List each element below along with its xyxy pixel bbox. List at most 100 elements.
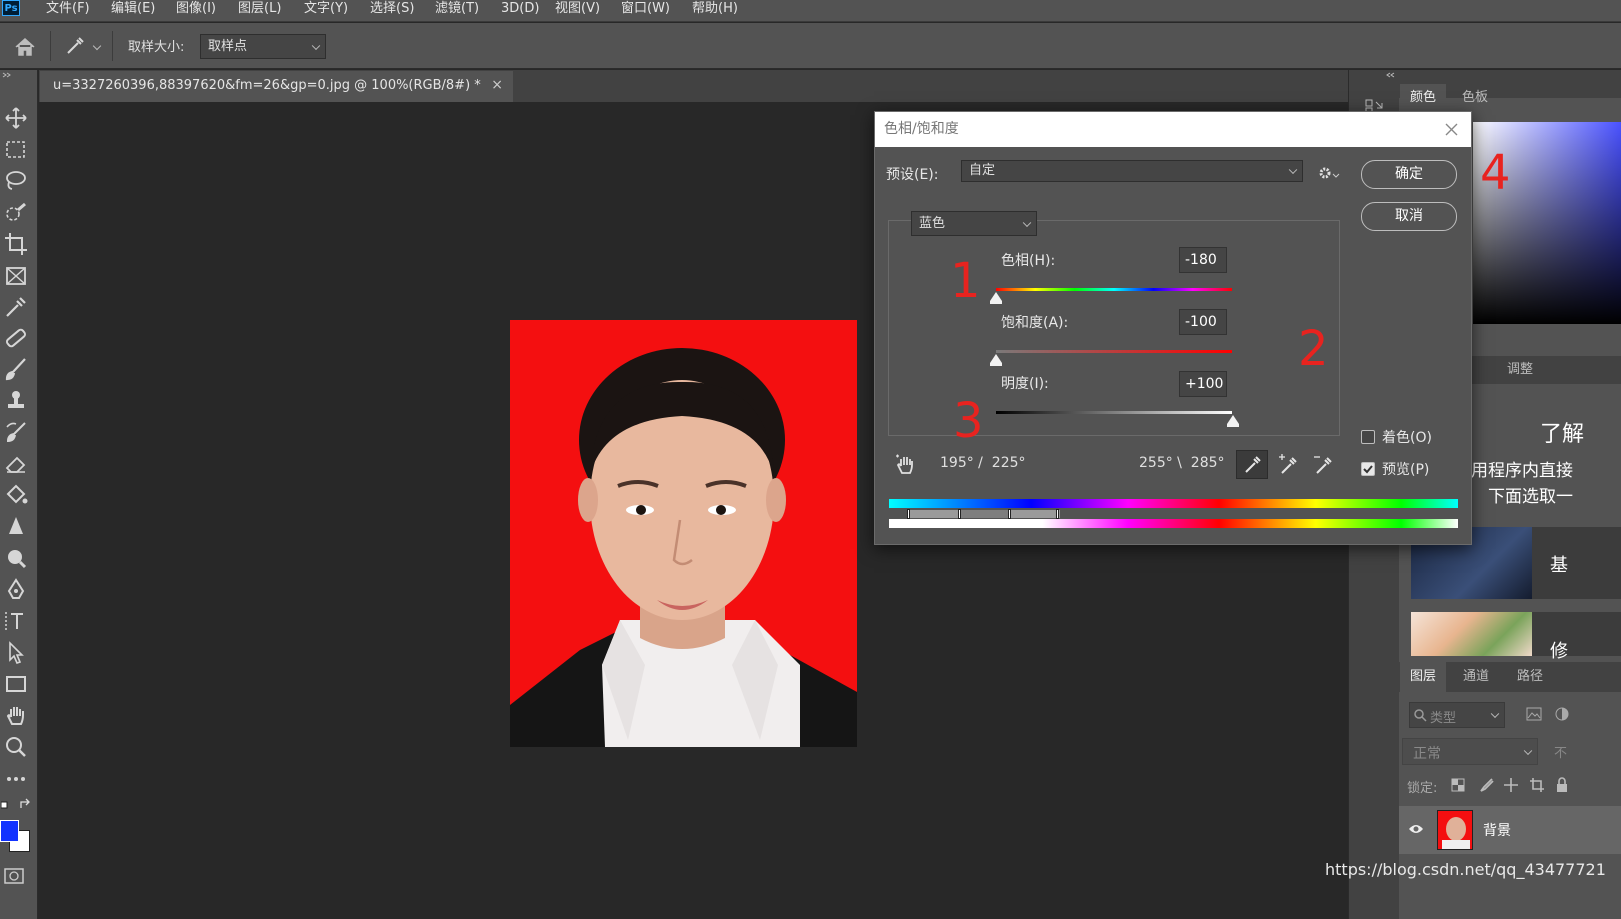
adjustment-filter-icon[interactable] (1555, 707, 1569, 721)
eyedropper-plus-icon[interactable] (1276, 453, 1302, 477)
learn-item[interactable]: 修 (1411, 612, 1621, 662)
swap-colors-icon[interactable] (1, 798, 35, 812)
menu-type[interactable]: 文字(Y) (304, 0, 348, 20)
rectangle-tool-icon[interactable] (3, 671, 29, 697)
range-core[interactable] (959, 510, 1010, 518)
range-handle-inner-right[interactable] (1008, 509, 1011, 519)
close-icon[interactable]: × (491, 71, 503, 100)
saturation-value-field[interactable]: -100 (1179, 309, 1227, 335)
menu-view[interactable]: 视图(V) (555, 0, 600, 20)
dodge-tool-icon[interactable] (3, 545, 29, 571)
lock-all-icon[interactable] (1556, 777, 1568, 793)
menu-edit[interactable]: 编辑(E) (111, 0, 155, 20)
tab-paths[interactable]: 路径 (1507, 662, 1553, 692)
hand-tool-icon[interactable] (3, 703, 29, 729)
move-tool-icon[interactable] (3, 105, 29, 131)
lock-brush-icon[interactable] (1478, 777, 1494, 793)
healing-brush-icon[interactable] (3, 325, 29, 351)
preview-label: 预览(P) (1382, 462, 1430, 478)
eyedropper-button[interactable] (1236, 450, 1268, 479)
menu-3d[interactable]: 3D(D) (501, 0, 539, 20)
image-filter-icon[interactable] (1526, 707, 1542, 721)
collapse-icon[interactable] (2, 72, 12, 78)
sample-size-value: 取样点 (208, 39, 248, 54)
hue-slider-thumb[interactable] (990, 292, 1002, 304)
saturation-slider-track[interactable] (996, 350, 1232, 353)
layers-panel-tabs: 图层 通道 路径 (1399, 662, 1621, 692)
layer-row[interactable]: 背景 (1399, 806, 1621, 854)
collapse-icon[interactable] (1385, 72, 1395, 78)
hue-slider-track[interactable] (996, 288, 1232, 291)
path-select-icon[interactable] (3, 640, 29, 666)
menu-layer[interactable]: 图层(L) (238, 0, 281, 20)
lock-label: 锁定: (1407, 781, 1438, 796)
tab-layers[interactable]: 图层 (1400, 662, 1447, 692)
quick-mask-icon[interactable] (4, 867, 24, 885)
menu-window[interactable]: 窗口(W) (621, 0, 670, 20)
chevron-down-icon[interactable] (92, 41, 102, 51)
lock-transparent-icon[interactable] (1451, 778, 1465, 792)
colorize-checkbox[interactable] (1361, 430, 1375, 444)
lock-artboard-icon[interactable] (1529, 777, 1545, 793)
quick-select-tool-icon[interactable] (3, 200, 29, 226)
lightness-slider-track[interactable] (996, 411, 1232, 414)
frame-tool-icon[interactable] (3, 263, 29, 289)
sample-size-select[interactable]: 取样点 (200, 34, 326, 59)
clone-stamp-icon[interactable] (3, 388, 29, 414)
menu-image[interactable]: 图像(I) (176, 0, 216, 20)
tab-swatches[interactable]: 色板 (1452, 84, 1498, 112)
ok-button[interactable]: 确定 (1361, 160, 1457, 189)
crop-tool-icon[interactable] (3, 231, 29, 257)
foreground-color-swatch[interactable] (0, 820, 19, 842)
preview-checkbox[interactable] (1361, 462, 1375, 476)
channel-select[interactable]: 蓝色 (911, 211, 1037, 236)
brush-tool-icon[interactable] (3, 356, 29, 382)
eyedropper-icon[interactable] (3, 294, 29, 320)
menu-file[interactable]: 文件(F) (46, 0, 90, 20)
menu-select[interactable]: 选择(S) (370, 0, 414, 20)
lock-position-icon[interactable] (1503, 777, 1519, 793)
close-icon[interactable] (1445, 123, 1458, 136)
document-tab[interactable]: u=3327260396,88397620&fm=26&gp=0.jpg @ 1… (40, 71, 513, 102)
menu-filter[interactable]: 滤镜(T) (435, 0, 479, 20)
tab-adjustments[interactable]: 调整 (1497, 356, 1543, 384)
chevron-down-icon (1523, 746, 1533, 755)
pen-tool-icon[interactable] (3, 577, 29, 603)
lasso-tool-icon[interactable] (3, 168, 29, 194)
zoom-tool-icon[interactable] (3, 734, 29, 760)
search-icon (1414, 709, 1427, 722)
blur-tool-icon[interactable] (3, 514, 29, 540)
menu-help[interactable]: 帮助(H) (692, 0, 738, 20)
lightness-value-field[interactable]: +100 (1179, 371, 1227, 397)
range-handle-right[interactable] (1056, 509, 1059, 519)
lightness-slider-thumb[interactable] (1227, 415, 1239, 427)
type-tool-icon[interactable] (3, 608, 29, 634)
marquee-tool-icon[interactable] (3, 137, 29, 163)
home-icon[interactable] (14, 37, 36, 57)
learn-title: 了解 (1540, 422, 1585, 447)
eye-icon[interactable] (1408, 823, 1424, 835)
tab-channels[interactable]: 通道 (1453, 662, 1499, 692)
blend-mode-select[interactable]: 正常 (1402, 738, 1538, 765)
chevron-down-icon (1288, 165, 1298, 175)
paint-bucket-icon[interactable] (3, 482, 29, 508)
settings-gear-icon[interactable] (1318, 166, 1340, 180)
cancel-button[interactable]: 取消 (1361, 202, 1457, 231)
more-tools-icon[interactable] (3, 766, 29, 792)
dialog-titlebar[interactable]: 色相/饱和度 (875, 112, 1471, 147)
saturation-slider-thumb[interactable] (990, 354, 1002, 366)
targeted-adjustment-hand-icon[interactable] (894, 453, 916, 475)
eyedropper-tool-icon[interactable] (64, 35, 86, 57)
range-handle-left[interactable] (907, 509, 910, 519)
tab-color[interactable]: 颜色 (1400, 84, 1447, 112)
preset-select[interactable]: 自定 (961, 160, 1303, 182)
blend-mode-value: 正常 (1413, 746, 1441, 762)
eraser-tool-icon[interactable] (3, 451, 29, 477)
layer-filter-select[interactable]: 类型 (1409, 702, 1505, 728)
toolbox (0, 70, 38, 919)
portrait-photo[interactable] (510, 320, 857, 747)
range-handle-inner-left[interactable] (958, 509, 961, 519)
eyedropper-minus-icon[interactable] (1311, 453, 1337, 477)
history-brush-icon[interactable] (3, 419, 29, 445)
hue-value-field[interactable]: -180 (1179, 247, 1227, 273)
